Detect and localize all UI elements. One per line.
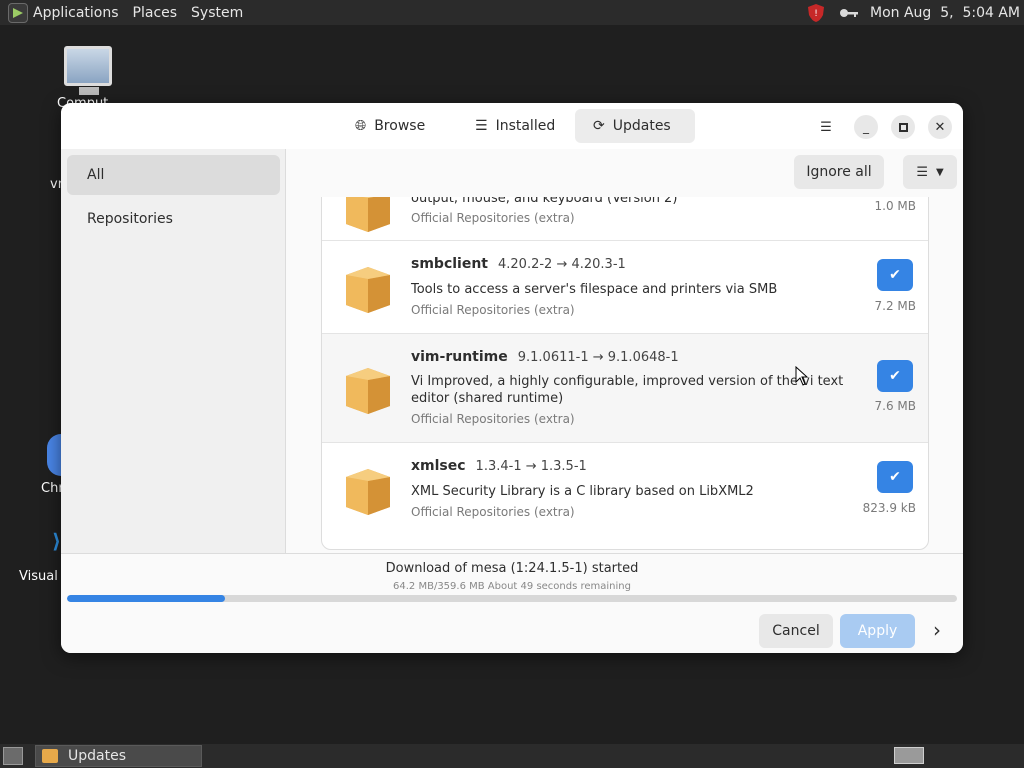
list-item[interactable]: vim-runtime 9.1.0611-1 → 9.1.0648-1 Vi Im… bbox=[322, 334, 928, 443]
package-origin: Official Repositories (extra) bbox=[411, 412, 575, 426]
ignore-all-button[interactable]: Ignore all bbox=[794, 155, 884, 189]
menu-applications[interactable]: Applications bbox=[33, 5, 119, 21]
list-item[interactable]: A library for portable low-level access … bbox=[322, 197, 928, 241]
package-icon bbox=[346, 368, 390, 414]
list-item[interactable]: xmlsec 1.3.4-1 → 1.3.5-1 XML Security Lib… bbox=[322, 443, 928, 536]
download-progress-fill bbox=[67, 595, 226, 602]
menu-system[interactable]: System bbox=[191, 5, 243, 21]
download-status-detail: 64.2 MB/359.6 MB About 49 seconds remain… bbox=[393, 581, 631, 592]
package-origin: Official Repositories (extra) bbox=[411, 211, 575, 225]
update-checkbox[interactable]: ✔ bbox=[877, 461, 913, 493]
package-description: A library for portable low-level access … bbox=[411, 197, 678, 206]
package-name: smbclient 4.20.2-2 → 4.20.3-1 bbox=[411, 256, 626, 272]
package-icon bbox=[346, 267, 390, 313]
panel-menu: Applications Places System bbox=[0, 0, 243, 25]
security-shield-icon[interactable]: ! bbox=[806, 2, 826, 24]
package-name-text: vim-runtime bbox=[411, 349, 508, 365]
package-icon bbox=[346, 469, 390, 515]
tab-updates-label: Updates bbox=[612, 118, 671, 134]
package-size: 7.6 MB bbox=[874, 399, 916, 413]
tab-installed-label: Installed bbox=[495, 118, 556, 134]
distro-logo-icon[interactable] bbox=[8, 2, 28, 23]
globe-icon: 🌐︎ bbox=[355, 118, 367, 134]
chrome-icon[interactable] bbox=[47, 434, 61, 476]
cancel-button[interactable]: Cancel bbox=[759, 614, 833, 648]
download-status-bar: Download of mesa (1:24.1.5-1) started 64… bbox=[61, 553, 963, 653]
package-name-text: smbclient bbox=[411, 256, 488, 272]
taskbar: Updates bbox=[0, 744, 1024, 768]
minimize-icon: _ bbox=[863, 120, 869, 134]
svg-text:!: ! bbox=[814, 9, 818, 19]
computer-icon[interactable] bbox=[64, 46, 112, 95]
close-icon: ✕ bbox=[934, 119, 946, 135]
minimize-button[interactable]: _ bbox=[854, 115, 878, 139]
clock[interactable]: Mon Aug 5, 5:04 AM bbox=[870, 5, 1020, 21]
refresh-icon: ⟳ bbox=[593, 118, 605, 134]
download-progress-bar bbox=[67, 595, 957, 602]
show-desktop-icon[interactable] bbox=[3, 747, 23, 765]
updates-list: A library for portable low-level access … bbox=[321, 197, 929, 550]
list-item[interactable]: smbclient 4.20.2-2 → 4.20.3-1 Tools to ac… bbox=[322, 241, 928, 334]
package-icon bbox=[346, 197, 390, 232]
top-panel: Applications Places System ! Mon Aug 5, … bbox=[0, 0, 1024, 25]
package-version: 4.20.2-2 → 4.20.3-1 bbox=[498, 257, 626, 272]
package-description: Tools to access a server's filespace and… bbox=[411, 282, 778, 297]
download-status-title: Download of mesa (1:24.1.5-1) started bbox=[385, 561, 639, 576]
package-icon bbox=[42, 749, 58, 763]
package-origin: Official Repositories (extra) bbox=[411, 303, 575, 317]
tab-updates[interactable]: ⟳ Updates bbox=[575, 109, 695, 143]
checkmark-icon: ✔ bbox=[889, 267, 901, 283]
mouse-pointer-icon bbox=[795, 366, 809, 386]
package-name-text: xmlsec bbox=[411, 458, 466, 474]
package-version: 9.1.0611-1 → 9.1.0648-1 bbox=[517, 350, 679, 365]
updates-list-area[interactable]: A library for portable low-level access … bbox=[287, 197, 963, 553]
chevron-down-icon: ▼ bbox=[935, 166, 944, 178]
update-checkbox[interactable]: ✔ bbox=[877, 259, 913, 291]
sidebar-item-all[interactable]: All bbox=[67, 155, 280, 195]
package-size: 823.9 kB bbox=[862, 501, 916, 515]
updates-toolbar: Ignore all ☰ ▼ bbox=[287, 149, 963, 197]
apply-button[interactable]: Apply bbox=[840, 614, 915, 648]
checkmark-icon: ✔ bbox=[889, 368, 901, 384]
menu-places[interactable]: Places bbox=[133, 5, 178, 21]
view-options-button[interactable]: ☰ ▼ bbox=[903, 155, 957, 189]
list-icon: ☰ bbox=[475, 118, 488, 134]
menu-icon: ☰ bbox=[820, 119, 832, 135]
chevron-right-icon[interactable]: › bbox=[927, 620, 947, 640]
tab-browse[interactable]: 🌐︎ Browse bbox=[337, 109, 443, 143]
package-version: 1.3.4-1 → 1.3.5-1 bbox=[475, 459, 587, 474]
package-name: xmlsec 1.3.4-1 → 1.3.5-1 bbox=[411, 458, 587, 474]
taskbar-window-button[interactable]: Updates bbox=[35, 745, 202, 767]
package-size: 1.0 MB bbox=[874, 199, 916, 213]
checkmark-icon: ✔ bbox=[889, 469, 901, 485]
update-checkbox[interactable]: ✔ bbox=[877, 360, 913, 392]
main-menu-button[interactable]: ☰ bbox=[814, 115, 838, 139]
sidebar-item-repositories[interactable]: Repositories bbox=[67, 199, 280, 239]
workspace-switcher-icon[interactable] bbox=[894, 747, 924, 764]
tab-installed[interactable]: ☰ Installed bbox=[457, 109, 573, 143]
taskbar-window-label: Updates bbox=[68, 748, 126, 764]
maximize-icon bbox=[898, 122, 908, 132]
close-button[interactable]: ✕ bbox=[928, 115, 952, 139]
maximize-button[interactable] bbox=[891, 115, 915, 139]
panel-tray: ! Mon Aug 5, 5:04 AM bbox=[806, 0, 1024, 25]
software-updates-window: 🌐︎ Browse ☰ Installed ⟳ Updates ☰ _ ✕ Al… bbox=[61, 103, 963, 653]
package-description: Vi Improved, a highly configurable, impr… bbox=[411, 374, 844, 406]
tab-browse-label: Browse bbox=[374, 118, 426, 134]
sidebar: All Repositories bbox=[61, 149, 286, 553]
package-size: 7.2 MB bbox=[874, 299, 916, 313]
headerbar: 🌐︎ Browse ☰ Installed ⟳ Updates ☰ _ ✕ bbox=[61, 103, 963, 149]
package-name: vim-runtime 9.1.0611-1 → 9.1.0648-1 bbox=[411, 349, 679, 365]
list-view-icon: ☰ bbox=[916, 164, 928, 180]
key-icon[interactable] bbox=[838, 2, 860, 24]
package-origin: Official Repositories (extra) bbox=[411, 505, 575, 519]
package-description: XML Security Library is a C library base… bbox=[411, 484, 754, 499]
